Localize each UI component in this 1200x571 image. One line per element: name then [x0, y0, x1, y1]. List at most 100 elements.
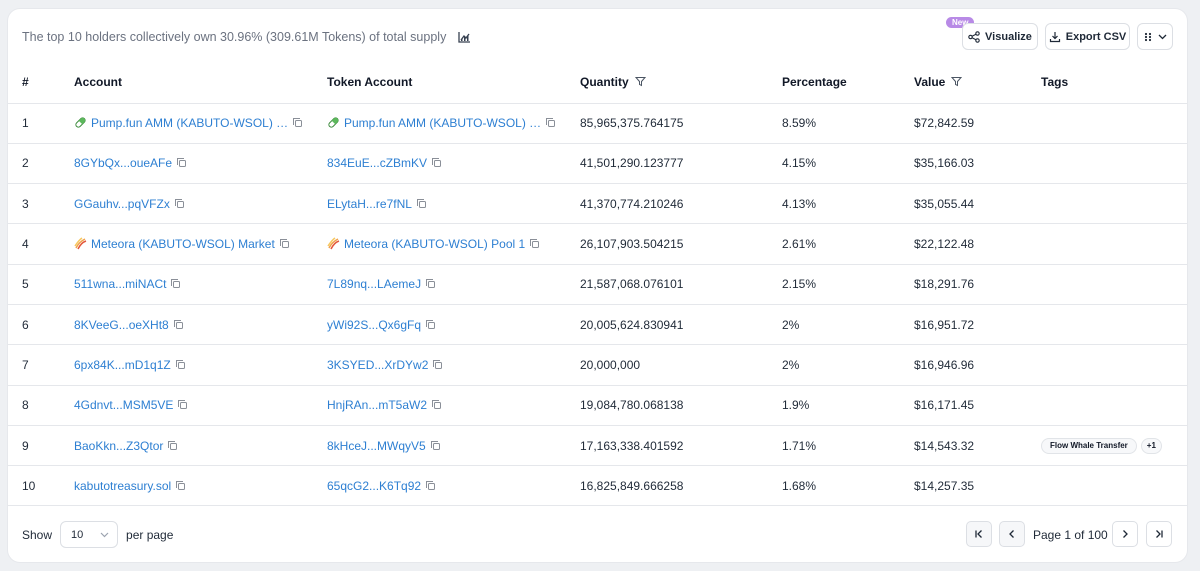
token-account-link[interactable]: Pump.fun AMM (KABUTO-WSOL) … [344, 116, 541, 130]
pill-icon [328, 117, 339, 128]
cell-token-account: 3KSYED...XrDYw2 [327, 344, 580, 386]
table-row: 4 Meteora (KABUTO-WSOL) Market Meteora (KA… [8, 223, 1187, 265]
copy-icon[interactable] [292, 117, 303, 128]
previous-page-button[interactable] [999, 521, 1025, 547]
chevron-down-icon [100, 532, 109, 537]
copy-icon[interactable] [177, 399, 188, 410]
copy-icon[interactable] [425, 319, 436, 330]
cell-account: 8KVeeG...oeXHt8 [74, 304, 327, 346]
token-account-link[interactable]: Meteora (KABUTO-WSOL) Pool 1 [344, 237, 525, 251]
column-settings-button[interactable] [1137, 23, 1173, 50]
table-row: 7 6px84K...mD1q1Z 3KSYED...XrDYw2 20,000,00… [8, 344, 1187, 386]
account-link[interactable]: Pump.fun AMM (KABUTO-WSOL) … [91, 116, 288, 130]
token-account-link[interactable]: 7L89nq...LAemeJ [327, 277, 421, 291]
copy-icon[interactable] [174, 198, 185, 209]
token-account-link[interactable]: 834EuE...cZBmKV [327, 156, 427, 170]
cell-account: Pump.fun AMM (KABUTO-WSOL) … [74, 103, 327, 144]
per-page-label: per page [126, 527, 174, 542]
account-link[interactable]: BaoKkn...Z3Qtor [74, 439, 163, 453]
show-label: Show [22, 527, 53, 542]
cell-account: kabutotreasury.sol [74, 465, 327, 507]
copy-icon[interactable] [175, 359, 186, 370]
copy-icon[interactable] [167, 440, 178, 451]
cell-percentage: 2% [782, 344, 914, 386]
copy-icon[interactable] [425, 480, 436, 491]
cell-quantity: 41,370,774.210246 [580, 183, 782, 225]
filter-icon[interactable] [634, 76, 646, 87]
cell-quantity: 19,084,780.068138 [580, 385, 782, 426]
account-link[interactable]: 4Gdnvt...MSM5VE [74, 398, 173, 412]
last-page-button[interactable] [1146, 521, 1172, 547]
page-size-select[interactable]: 10 [60, 521, 119, 548]
export-csv-button[interactable]: Export CSV [1045, 23, 1130, 50]
account-link[interactable]: 8GYbQx...oueAFe [74, 156, 172, 170]
meteora-icon [74, 237, 87, 250]
token-account-link[interactable]: ELytaH...re7fNL [327, 197, 412, 211]
cell-account: GGauhv...pqVFZx [74, 183, 327, 225]
copy-icon[interactable] [430, 440, 441, 451]
copy-icon[interactable] [176, 157, 187, 168]
header-token-account: Token Account [327, 62, 580, 104]
cell-percentage: 1.71% [782, 425, 914, 467]
copy-icon[interactable] [173, 319, 184, 330]
cell-value: $35,055.44 [914, 183, 1041, 225]
next-page-button[interactable] [1112, 521, 1138, 547]
header-quantity: Quantity [580, 62, 782, 104]
chevron-down-icon [1158, 34, 1166, 39]
copy-icon[interactable] [529, 238, 540, 249]
copy-icon[interactable] [416, 198, 427, 209]
cell-token-account: 65qcG2...K6Tq92 [327, 465, 580, 507]
account-link[interactable]: 6px84K...mD1q1Z [74, 358, 171, 372]
first-page-button[interactable] [966, 521, 992, 547]
account-link[interactable]: 511wna...miNACt [74, 277, 166, 291]
copy-icon[interactable] [279, 238, 290, 249]
cell-value: $72,842.59 [914, 103, 1041, 144]
cell-rank: 2 [8, 143, 74, 185]
token-account-link[interactable]: HnjRAn...mT5aW2 [327, 398, 427, 412]
token-account-link[interactable]: 3KSYED...XrDYw2 [327, 358, 428, 372]
cell-quantity: 41,501,290.123777 [580, 143, 782, 185]
cell-token-account: HnjRAn...mT5aW2 [327, 385, 580, 426]
cell-rank: 3 [8, 183, 74, 225]
chart-icon[interactable] [456, 29, 472, 45]
table-row: 5 511wna...miNACt 7L89nq...LAemeJ 21,587,06… [8, 264, 1187, 305]
copy-icon[interactable] [545, 117, 556, 128]
copy-icon[interactable] [431, 157, 442, 168]
cell-value: $14,257.35 [914, 465, 1041, 507]
tag-badge[interactable]: Flow Whale Transfer [1041, 438, 1137, 455]
account-link[interactable]: kabutotreasury.sol [74, 479, 171, 493]
filter-icon[interactable] [951, 76, 963, 87]
token-account-link[interactable]: yWi92S...Qx6gFq [327, 318, 421, 332]
table-header-row: # Account Token Account Quantity Percent… [8, 62, 1187, 104]
cell-token-account: yWi92S...Qx6gFq [327, 304, 580, 346]
share-nodes-icon [968, 30, 980, 43]
pill-icon [75, 117, 86, 128]
page-size-control: Show 10 per page [22, 521, 173, 548]
copy-icon[interactable] [431, 399, 442, 410]
token-account-link[interactable]: 65qcG2...K6Tq92 [327, 479, 421, 493]
cell-percentage: 8.59% [782, 103, 914, 144]
copy-icon[interactable] [170, 278, 181, 289]
cell-tags [1041, 344, 1187, 386]
last-page-icon [1156, 530, 1163, 538]
copy-icon[interactable] [175, 480, 186, 491]
account-link[interactable]: 8KVeeG...oeXHt8 [74, 318, 169, 332]
visualize-button[interactable]: Visualize [962, 23, 1038, 50]
summary-text: The top 10 holders collectively own 30.9… [22, 30, 447, 44]
token-account-link[interactable]: 8kHceJ...MWqyV5 [327, 439, 426, 453]
cell-value: $16,951.72 [914, 304, 1041, 346]
cell-token-account: 8kHceJ...MWqyV5 [327, 425, 580, 467]
account-link[interactable]: Meteora (KABUTO-WSOL) Market [91, 237, 275, 251]
header-value-label: Value [914, 75, 946, 90]
cell-token-account: Pump.fun AMM (KABUTO-WSOL) … [327, 103, 580, 144]
account-link[interactable]: GGauhv...pqVFZx [74, 197, 170, 211]
cell-percentage: 2.61% [782, 223, 914, 265]
cell-token-account: Meteora (KABUTO-WSOL) Pool 1 [327, 223, 580, 265]
table-row: 10 kabutotreasury.sol 65qcG2...K6Tq92 16,82… [8, 465, 1187, 507]
cell-rank: 1 [8, 103, 74, 144]
cell-rank: 8 [8, 385, 74, 426]
copy-icon[interactable] [425, 278, 436, 289]
copy-icon[interactable] [432, 359, 443, 370]
cell-percentage: 1.68% [782, 465, 914, 507]
more-tags-badge[interactable]: +1 [1140, 438, 1162, 455]
